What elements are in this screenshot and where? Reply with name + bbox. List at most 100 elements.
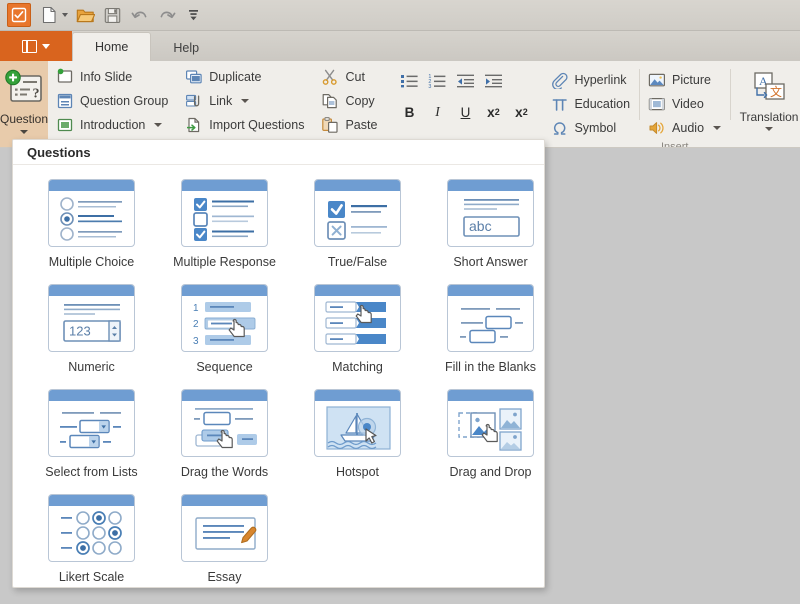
redo-arrow-icon[interactable] <box>155 3 179 27</box>
bullet-list-icon[interactable] <box>396 68 422 92</box>
matching-thumb <box>314 284 401 352</box>
education-button[interactable]: Education <box>548 92 635 116</box>
link-label: Link <box>209 94 233 108</box>
decrease-indent-icon[interactable] <box>452 68 478 92</box>
translation-caret-icon[interactable] <box>765 127 774 131</box>
translation-button[interactable]: A 文 Translation <box>731 64 800 140</box>
duplicate-button[interactable]: Duplicate <box>183 65 309 89</box>
svg-text:abc: abc <box>469 218 492 234</box>
quick-access-toolbar <box>0 0 800 31</box>
gallery-item-label: Multiple Response <box>173 255 276 269</box>
picture-button[interactable]: Picture <box>646 68 726 92</box>
gallery-item-drag-and-drop[interactable]: Drag and Drop <box>424 389 544 494</box>
gallery-item-fill-in-the-blanks[interactable]: Fill in the Blanks <box>424 284 544 389</box>
gallery-item-true-false[interactable]: True/False <box>291 179 424 284</box>
superscript-button[interactable]: x2 <box>508 100 534 124</box>
svg-text:?: ? <box>33 86 40 101</box>
gallery-item-hotspot[interactable]: Hotspot <box>291 389 424 494</box>
likert-scale-thumb <box>48 494 135 562</box>
gallery-item-label: Numeric <box>68 360 115 374</box>
question-group-button[interactable]: Question Group <box>54 89 173 113</box>
new-document-caret-icon[interactable] <box>62 13 68 17</box>
edit-group: Duplicate Link Import Questions <box>177 61 313 147</box>
paste-button[interactable]: Paste <box>319 113 382 137</box>
gallery-item-label: Select from Lists <box>45 465 138 479</box>
customize-toolbar-icon[interactable] <box>181 3 205 27</box>
question-group-icon <box>56 92 74 110</box>
gallery-item-likert-scale[interactable]: Likert Scale <box>25 494 158 587</box>
import-questions-button[interactable]: Import Questions <box>183 113 309 137</box>
info-slide-button[interactable]: Info Slide <box>54 65 173 89</box>
duplicate-icon <box>185 68 203 86</box>
file-menu-caret-icon <box>42 43 50 49</box>
question-button[interactable]: ? Question <box>0 61 49 147</box>
subscript-button[interactable]: x2 <box>480 100 506 124</box>
paste-icon <box>321 116 339 134</box>
gallery-item-label: Matching <box>332 360 383 374</box>
import-questions-label: Import Questions <box>209 118 305 132</box>
introduction-caret-icon[interactable] <box>154 123 163 127</box>
gallery-item-essay[interactable]: Essay <box>158 494 291 587</box>
clipboard-group: Cut Copy Paste <box>313 61 386 147</box>
gallery-item-label: Drag and Drop <box>449 465 532 479</box>
numbered-list-icon[interactable]: 1 2 3 <box>424 68 450 92</box>
info-slide-icon <box>56 68 74 86</box>
gallery-item-multiple-choice[interactable]: Multiple Choice <box>25 179 158 284</box>
new-document-icon[interactable] <box>37 3 61 27</box>
open-folder-icon[interactable] <box>73 3 97 27</box>
video-label: Video <box>672 97 704 111</box>
insert-column-one: Hyperlink Education Symbol <box>542 64 639 140</box>
hyperlink-label: Hyperlink <box>574 73 627 87</box>
increase-indent-icon[interactable] <box>480 68 506 92</box>
ribbon: ? Question Info Slide Question Group Int… <box>0 61 800 148</box>
bold-button[interactable]: B <box>396 100 422 124</box>
introduction-label: Introduction <box>80 118 146 132</box>
gallery-item-multiple-response[interactable]: Multiple Response <box>158 179 291 284</box>
link-button[interactable]: Link <box>183 89 309 113</box>
hotspot-thumb <box>314 389 401 457</box>
true-false-thumb <box>314 179 401 247</box>
link-caret-icon[interactable] <box>241 99 250 103</box>
select-from-lists-thumb <box>48 389 135 457</box>
question-button-caret-icon[interactable] <box>20 130 29 134</box>
svg-text:123: 123 <box>69 324 91 339</box>
gallery-item-select-from-lists[interactable]: Select from Lists <box>25 389 158 494</box>
symbol-button[interactable]: Symbol <box>548 116 635 140</box>
gallery-item-label: Likert Scale <box>58 570 125 584</box>
audio-caret-icon[interactable] <box>713 126 722 130</box>
svg-text:1: 1 <box>193 303 199 314</box>
underline-button[interactable]: U <box>452 100 478 124</box>
symbol-label: Symbol <box>574 121 617 135</box>
hyperlink-button[interactable]: Hyperlink <box>548 68 635 92</box>
introduction-button[interactable]: Introduction <box>54 113 173 137</box>
copy-button[interactable]: Copy <box>319 89 382 113</box>
gallery-item-numeric[interactable]: 123 Numeric <box>25 284 158 389</box>
paperclip-icon <box>550 71 568 89</box>
application-window: Home Help ? Question Info Slide Question… <box>0 0 800 604</box>
gallery-item-label: Fill in the Blanks <box>444 360 536 374</box>
panel-title: Questions <box>13 140 544 165</box>
paste-label: Paste <box>345 118 378 132</box>
gallery-item-sequence[interactable]: 1 2 3 Sequence <box>158 284 291 389</box>
short-answer-thumb: abc <box>447 179 534 247</box>
education-label: Education <box>574 97 631 111</box>
tab-home[interactable]: Home <box>72 32 152 61</box>
subscript-index: 2 <box>494 107 500 117</box>
gallery-item-label: Hotspot <box>335 465 380 479</box>
undo-arrow-icon[interactable] <box>128 3 152 27</box>
audio-button[interactable]: Audio <box>646 116 726 140</box>
gallery-item-drag-the-words[interactable]: Drag the Words <box>158 389 291 494</box>
omega-icon <box>550 119 568 137</box>
italic-button[interactable]: I <box>424 100 450 124</box>
cut-button[interactable]: Cut <box>319 65 382 89</box>
video-button[interactable]: Video <box>646 92 726 116</box>
application-icon[interactable] <box>7 3 31 27</box>
insert-group: Hyperlink Education Symbol Picture Video… <box>542 61 800 147</box>
tab-home-label: Home <box>95 40 129 54</box>
gallery-item-matching[interactable]: Matching <box>291 284 424 389</box>
gallery-item-short-answer[interactable]: abc Short Answer <box>424 179 544 284</box>
save-floppy-icon[interactable] <box>100 3 124 27</box>
tab-help[interactable]: Help <box>151 34 221 61</box>
multiple-response-thumb <box>181 179 268 247</box>
file-menu-button[interactable] <box>0 31 72 61</box>
